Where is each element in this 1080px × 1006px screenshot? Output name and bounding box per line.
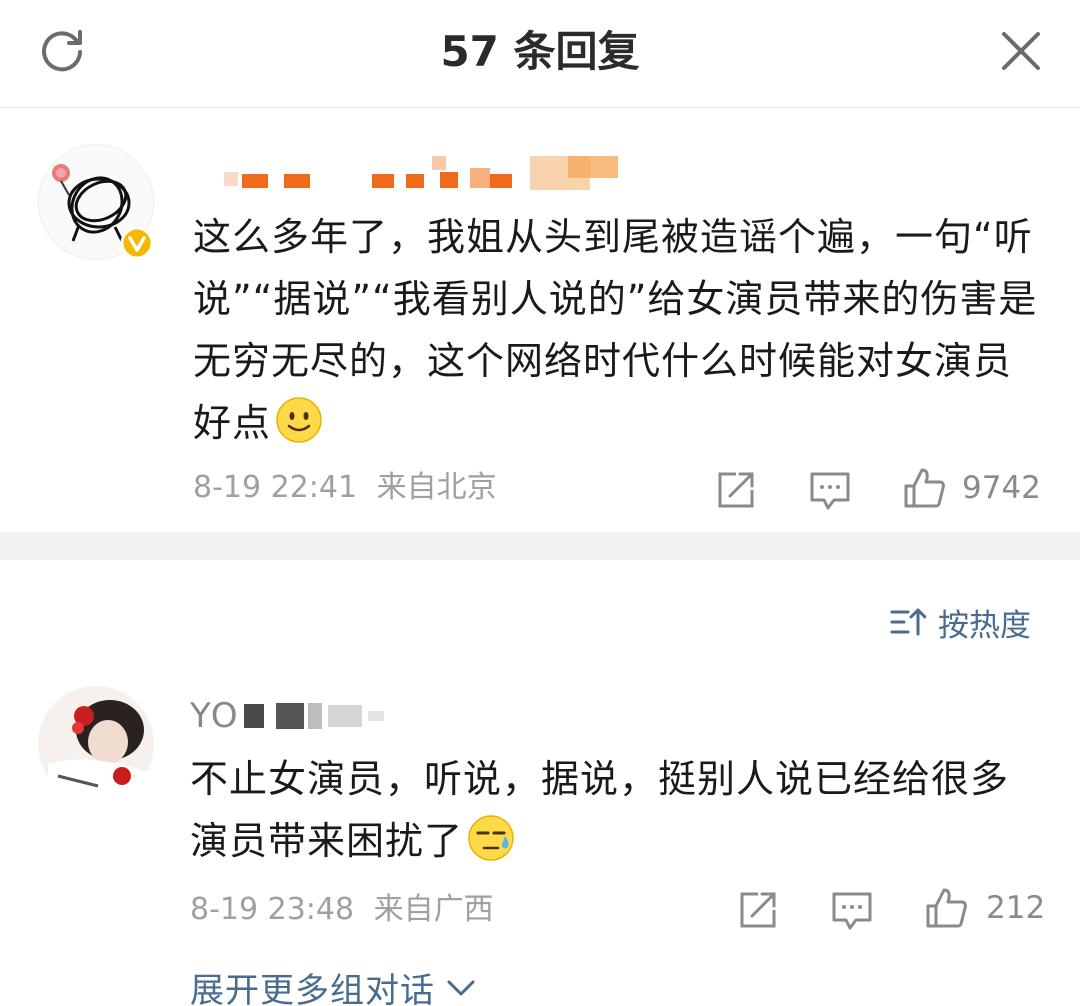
close-icon[interactable]	[996, 26, 1046, 76]
like-count: 9742	[962, 470, 1041, 506]
reply-comment: YO 不止女演员，听说，据说，挺别人说已经给很多演员带来困扰了 8-19 23:…	[0, 680, 1080, 1006]
location: 来自广西	[373, 892, 494, 927]
like-icon[interactable]	[924, 886, 968, 930]
like-count: 212	[986, 890, 1046, 926]
timestamp: 8-19 22:41	[193, 470, 358, 505]
comment-icon[interactable]	[808, 468, 852, 512]
expand-label: 展开更多组对话	[190, 971, 435, 1006]
avatar[interactable]	[38, 686, 154, 802]
share-icon[interactable]	[714, 468, 758, 512]
reply-username[interactable]: YO	[190, 694, 384, 738]
main-comment: 这么多年了，我姐从头到尾被造谣个遍，一句“听说”“据说”“我看别人说的”给女演员…	[0, 108, 1080, 532]
comment-meta: 8-19 22:41 来自北京	[193, 468, 497, 508]
sort-icon	[890, 608, 926, 636]
header-bar: 57 条回复	[0, 0, 1080, 108]
section-divider	[0, 532, 1080, 560]
chevron-down-icon	[447, 980, 475, 995]
comment-icon[interactable]	[830, 888, 874, 932]
sort-label: 按热度	[938, 607, 1031, 644]
smile-emoji	[276, 397, 322, 443]
location: 来自北京	[376, 470, 497, 505]
username-blurred[interactable]	[218, 148, 638, 192]
sort-by-hot-button[interactable]: 按热度	[890, 600, 1031, 644]
reply-text: 不止女演员，听说，据说，挺别人说已经给很多演员带来困扰了	[190, 757, 1010, 863]
reply-meta: 8-19 23:48 来自广西	[190, 890, 494, 930]
username-blur	[243, 704, 264, 728]
page-title: 57 条回复	[440, 27, 640, 76]
verified-badge	[120, 226, 154, 260]
timestamp: 8-19 23:48	[190, 892, 355, 927]
sweat-emoji	[468, 815, 514, 861]
like-icon[interactable]	[902, 466, 946, 510]
expand-more-conversations[interactable]: 展开更多组对话	[190, 963, 477, 1006]
comment-text: 这么多年了，我姐从头到尾被造谣个遍，一句“听说”“据说”“我看别人说的”给女演员…	[193, 215, 1038, 445]
share-icon[interactable]	[736, 888, 780, 932]
